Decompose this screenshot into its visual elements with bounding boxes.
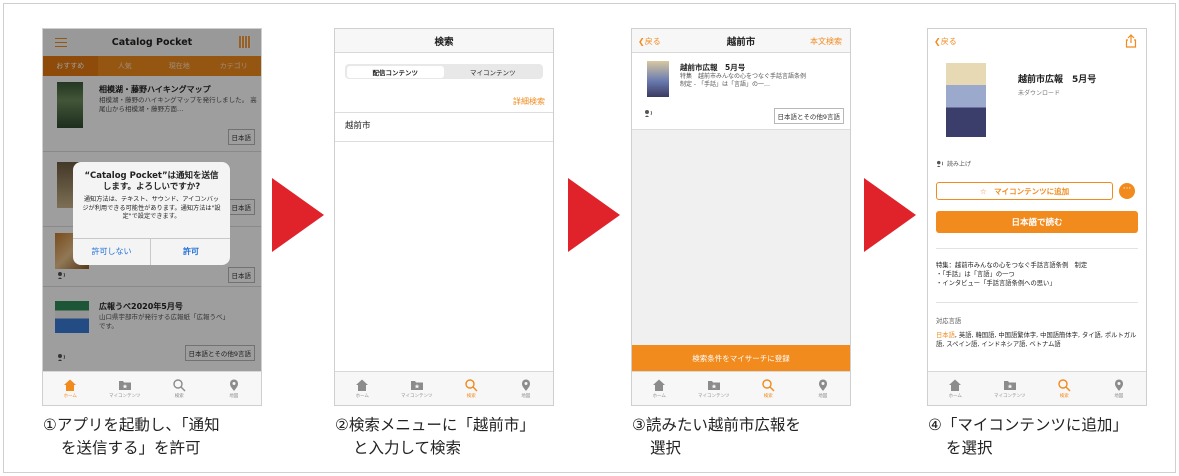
folder-star-icon: [118, 381, 131, 390]
step-arrow-1: [272, 178, 324, 252]
back-button[interactable]: ❮戻る: [934, 36, 957, 47]
result-desc: 特集 越前市みんなの心をつなぐ手話言語条例 制定 - 「手話」は「言語」の一…: [680, 73, 813, 88]
phone-screen-1: Catalog Pocket おすすめ 人気 現在地 カテゴリ 相模湖・藤野ハイ…: [42, 28, 262, 406]
page-title: 越前市: [726, 36, 756, 48]
result-item[interactable]: 越前市広報 5月号 特集 越前市みんなの心をつなぐ手話言語条例 制定 - 「手話…: [632, 53, 850, 130]
page-title: 検索: [434, 36, 454, 48]
nav-bar: ❮戻る: [928, 29, 1146, 53]
tab-mycontents[interactable]: マイコンテンツ: [390, 372, 445, 405]
fulltext-search-link[interactable]: 本文検索: [810, 36, 842, 47]
search-icon: [1058, 379, 1071, 392]
tab-bar: ホーム マイコンテンツ 検索 地図: [632, 371, 850, 405]
deny-button[interactable]: 許可しない: [73, 239, 151, 265]
tab-home[interactable]: ホーム: [928, 372, 983, 405]
tab-search[interactable]: 検索: [444, 372, 499, 405]
step-arrow-3: [864, 178, 916, 252]
tab-map[interactable]: 地図: [1092, 372, 1147, 405]
language-list: 日本語, 英語, 韓国語, 中国語繁体字, 中国語簡体字, タイ語, ポルトガル…: [936, 331, 1140, 349]
tab-map[interactable]: 地図: [796, 372, 851, 405]
folder-star-icon: [410, 381, 423, 390]
dialog-message: 通知方法は、テキスト、サウンド、アイコンバッジが利用できる可能性があります。通知…: [82, 196, 221, 220]
tab-map[interactable]: 地図: [207, 372, 262, 405]
nav-bar: ❮戻る 越前市 本文検索: [632, 29, 850, 53]
folder-star-icon: [1003, 381, 1016, 390]
phone-screen-3: ❮戻る 越前市 本文検索 越前市広報 5月号 特集 越前市みんなの心をつなぐ手話…: [631, 28, 851, 406]
tab-bar: ホーム マイコンテンツ 検索 地図: [335, 371, 553, 405]
phone-screen-4: ❮戻る 越前市広報 5月号 未ダウンロード 読み上げ ☆ マイコンテンツに追加 …: [927, 28, 1147, 406]
readaloud-label: 読み上げ: [936, 159, 971, 168]
tab-bar: ホーム マイコンテンツ 検索 地図: [43, 371, 261, 405]
other-languages: , 英語, 韓国語, 中国語繁体字, 中国語簡体字, タイ語, ポルトガル語, …: [936, 332, 1137, 348]
results-area: [335, 142, 553, 371]
divider: [936, 248, 1138, 249]
home-icon: [949, 379, 962, 391]
segment-distributed[interactable]: 配信コンテンツ: [346, 65, 444, 78]
step-arrow-2: [568, 178, 620, 252]
share-icon[interactable]: [1125, 34, 1137, 48]
map-pin-icon: [818, 379, 827, 391]
home-icon: [356, 379, 369, 391]
tab-mycontents[interactable]: マイコンテンツ: [98, 372, 153, 405]
dialog-title: “Catalog Pocket”は通知を送信します。よろしいですか?: [84, 171, 219, 192]
tab-search[interactable]: 検索: [741, 372, 796, 405]
tab-home[interactable]: ホーム: [632, 372, 687, 405]
current-language: 日本語: [936, 332, 955, 339]
advanced-search-link[interactable]: 詳細検索: [513, 96, 545, 107]
folder-star-icon: [707, 381, 720, 390]
back-button[interactable]: ❮戻る: [638, 36, 661, 47]
search-icon: [762, 379, 775, 392]
result-title: 越前市広報 5月号: [680, 63, 746, 72]
tab-search[interactable]: 検索: [1037, 372, 1092, 405]
home-icon: [64, 379, 77, 391]
segment-control: 配信コンテンツ マイコンテンツ: [345, 64, 543, 79]
tab-bar: ホーム マイコンテンツ 検索 地図: [928, 371, 1146, 405]
add-to-mycontents-button[interactable]: ☆ マイコンテンツに追加: [936, 182, 1113, 200]
divider: [936, 302, 1138, 303]
tab-mycontents[interactable]: マイコンテンツ: [983, 372, 1038, 405]
caption-step-3: ③読みたい越前市広報を 選択: [632, 416, 801, 457]
search-icon: [465, 379, 478, 392]
allow-button[interactable]: 許可: [152, 239, 230, 265]
search-input[interactable]: 越前市: [345, 119, 371, 131]
speaker-icon: [645, 110, 652, 117]
download-status: 未ダウンロード: [1018, 90, 1061, 97]
phone-screen-2: 検索 配信コンテンツ マイコンテンツ 詳細検索 越前市 ホーム マイコンテンツ …: [334, 28, 554, 406]
publication-title: 越前市広報 5月号: [1018, 75, 1097, 85]
catalog-thumbnail: [647, 61, 669, 97]
empty-area: [632, 130, 850, 345]
read-japanese-button[interactable]: 日本語で読む: [936, 211, 1138, 233]
map-pin-icon: [521, 379, 530, 391]
language-label: 対応言語: [936, 318, 962, 325]
chevron-left-icon: ❮: [934, 37, 941, 46]
tab-home[interactable]: ホーム: [335, 372, 390, 405]
speaker-icon: [937, 160, 944, 167]
language-badge: 日本語とその他9言語: [773, 108, 844, 124]
feature-description: 特集：越前市みんなの心をつなぐ手話言語条例 制定 ・「手話」は「言語」の一つ ・…: [936, 262, 1088, 287]
tab-mycontents[interactable]: マイコンテンツ: [687, 372, 742, 405]
caption-step-1: ①アプリを起動し、「通知 を送信する」を許可: [43, 416, 220, 457]
cover-image: [946, 63, 986, 137]
more-options-button[interactable]: ···: [1119, 183, 1135, 199]
search-icon: [173, 379, 186, 392]
more-icon: ···: [1122, 184, 1132, 194]
chevron-left-icon: ❮: [638, 37, 645, 46]
divider: [335, 112, 553, 113]
nav-bar: 検索: [335, 29, 553, 53]
notification-dialog: “Catalog Pocket”は通知を送信します。よろしいですか? 通知方法は…: [73, 162, 230, 265]
map-pin-icon: [1114, 379, 1123, 391]
tab-search[interactable]: 検索: [152, 372, 207, 405]
map-pin-icon: [229, 379, 238, 391]
caption-step-2: ②検索メニューに「越前市」 と入力して検索: [335, 416, 535, 457]
segment-mycontents[interactable]: マイコンテンツ: [444, 66, 542, 78]
home-icon: [653, 379, 666, 391]
caption-step-4: ④「マイコンテンツに追加」 を選択: [928, 416, 1128, 457]
tab-map[interactable]: 地図: [499, 372, 554, 405]
register-search-button[interactable]: 検索条件をマイサーチに登録: [632, 345, 850, 371]
tab-home[interactable]: ホーム: [43, 372, 98, 405]
